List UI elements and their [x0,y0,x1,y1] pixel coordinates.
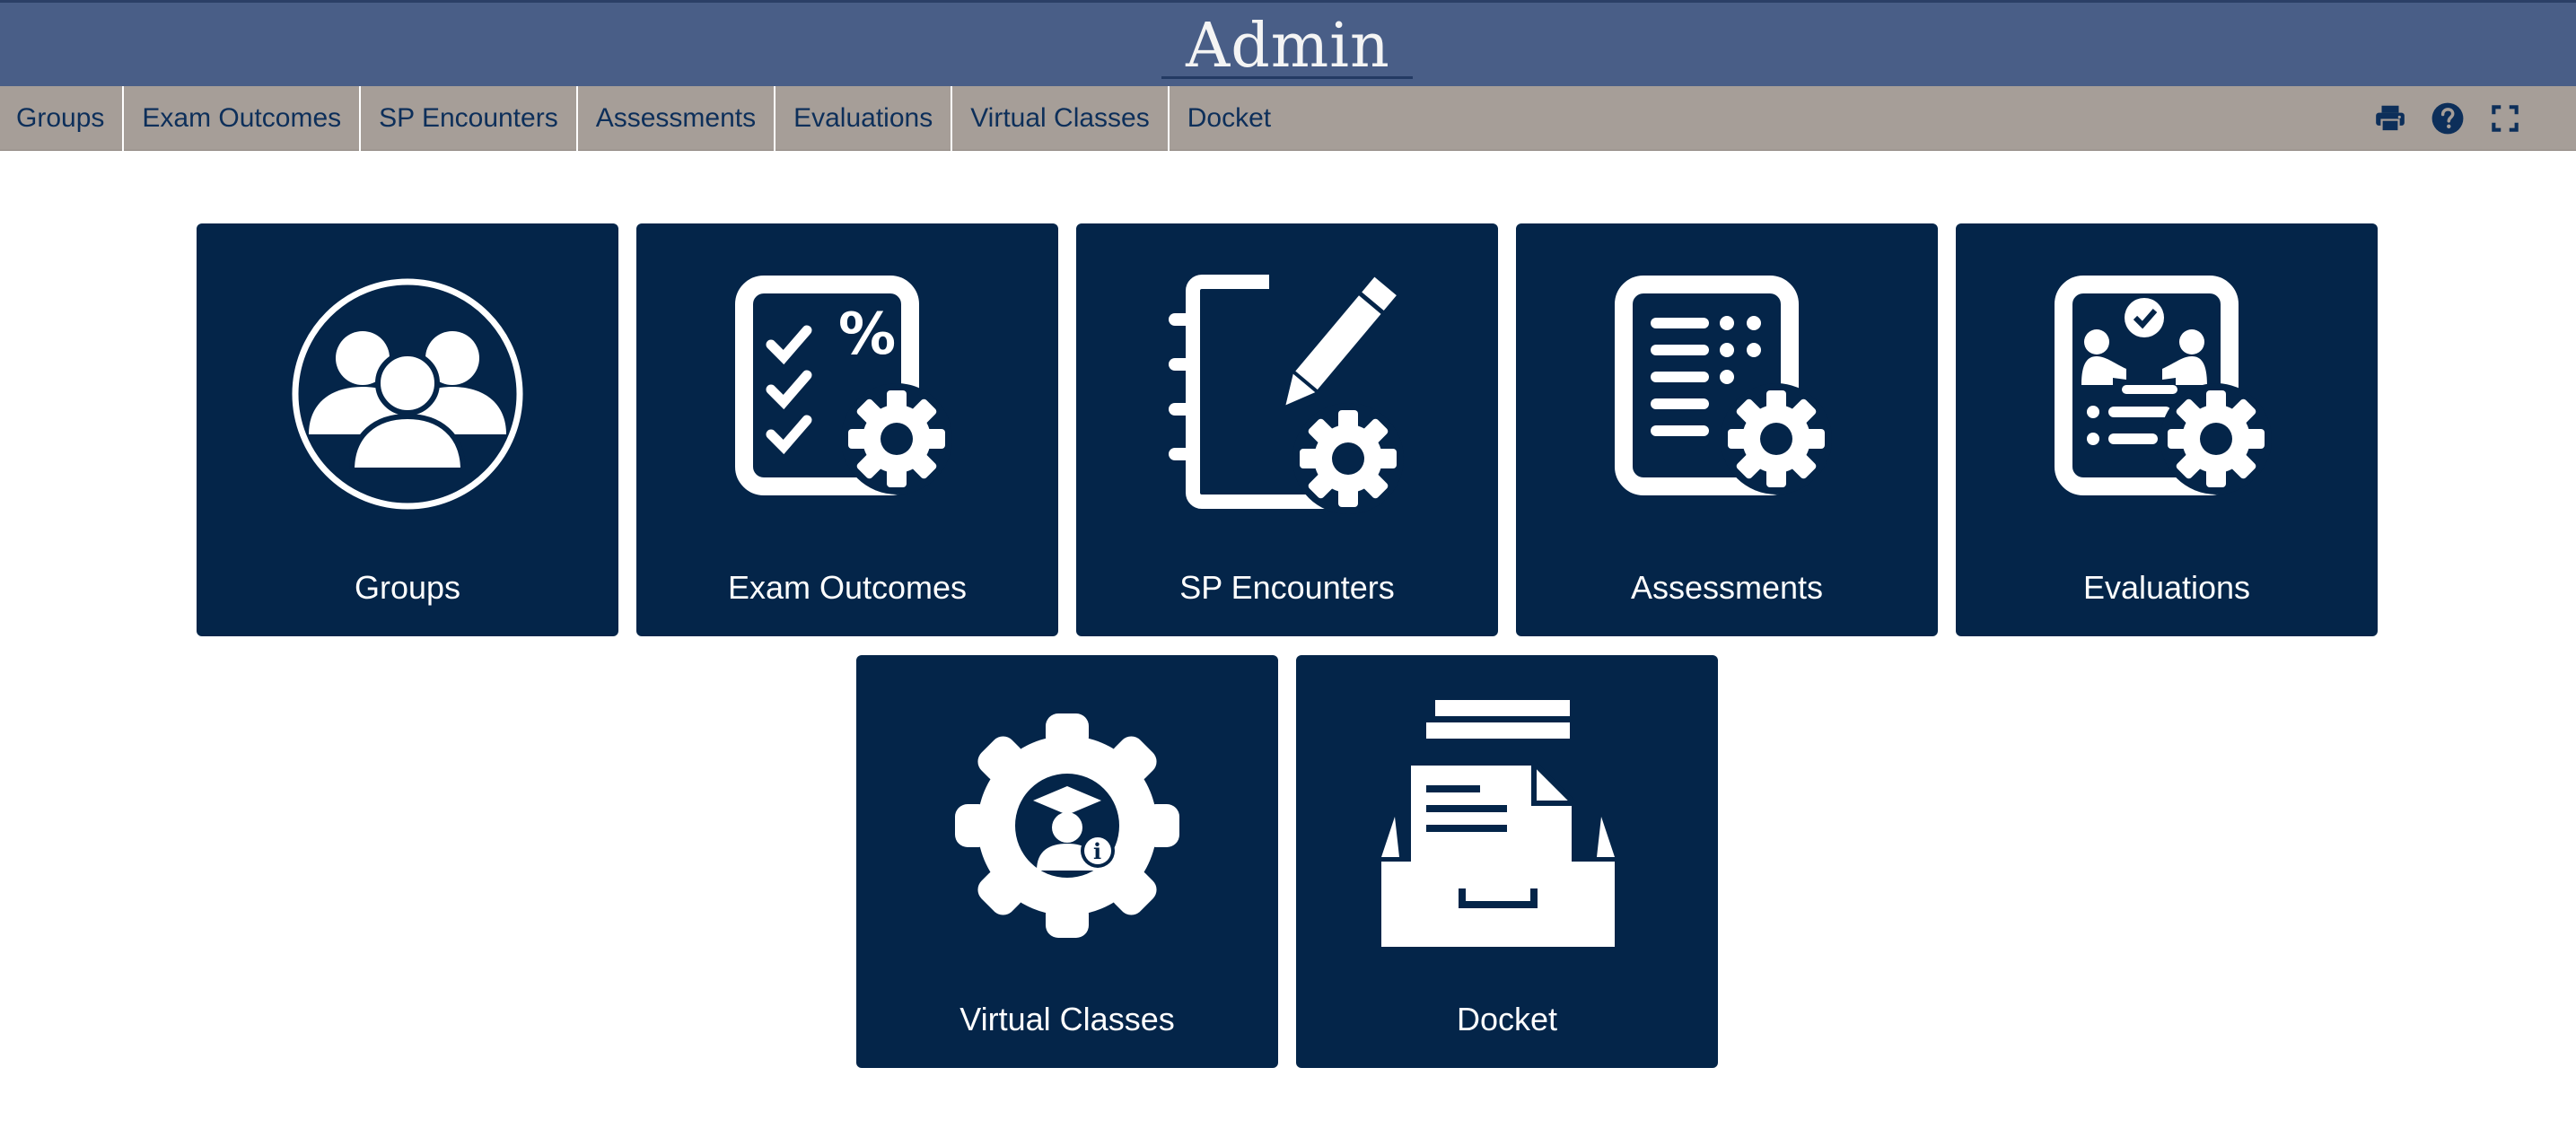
nav-item-sp-encounters[interactable]: SP Encounters [361,86,578,151]
fullscreen-button[interactable] [2488,101,2522,136]
nav-item-evaluations[interactable]: Evaluations [775,86,953,151]
tile-evaluations[interactable]: Evaluations [1956,223,2378,636]
tile-virtual-classes[interactable]: i Virtual Classes [856,655,1278,1068]
nav-item-virtual-classes[interactable]: Virtual Classes [952,86,1170,151]
tile-exam-outcomes[interactable]: % Exam Outcomes [636,223,1058,636]
nav-item-assessments[interactable]: Assessments [578,86,776,151]
print-icon [2376,105,2405,133]
title-underline [1161,76,1413,79]
help-icon [2431,102,2464,135]
tile-label: Docket [1456,1001,1558,1037]
tile-assessments[interactable]: Assessments [1516,223,1938,636]
nav-item-exam-outcomes[interactable]: Exam Outcomes [124,86,362,151]
tile-docket[interactable]: Docket [1296,655,1718,1068]
tile-sp-encounters[interactable]: SP Encounters [1076,223,1498,636]
tile-groups[interactable]: Groups [197,223,618,636]
page-title: Admin [1186,11,1390,82]
evaluations-icon [2055,276,2272,495]
help-button[interactable] [2431,101,2465,136]
tile-label: Virtual Classes [959,1001,1175,1037]
docket-icon [1381,700,1615,947]
tile-label: Evaluations [2082,569,2251,606]
groups-icon [292,278,523,510]
assessments-icon [1615,276,1832,495]
nav-item-groups[interactable]: Groups [0,86,125,151]
nav-toolbar: Groups Exam Outcomes SP Encounters Asses… [0,86,2576,151]
app-header: Admin [0,0,2576,86]
fullscreen-icon [2492,105,2519,132]
print-button[interactable] [2373,101,2407,136]
toolbar-actions [2373,86,2522,151]
nav-item-docket[interactable]: Docket [1170,86,1289,151]
sp-encounters-icon [1169,268,1413,514]
tile-label: Exam Outcomes [727,569,968,606]
exam-outcomes-icon: % [735,276,952,495]
tile-label: Assessments [1630,569,1824,606]
tile-label: Groups [354,569,461,606]
nav-menu: Groups Exam Outcomes SP Encounters Asses… [0,86,1289,151]
virtual-classes-icon: i [955,713,1179,938]
tile-label: SP Encounters [1179,569,1395,606]
svg-text:%: % [838,302,896,368]
svg-text:i: i [1093,838,1101,864]
